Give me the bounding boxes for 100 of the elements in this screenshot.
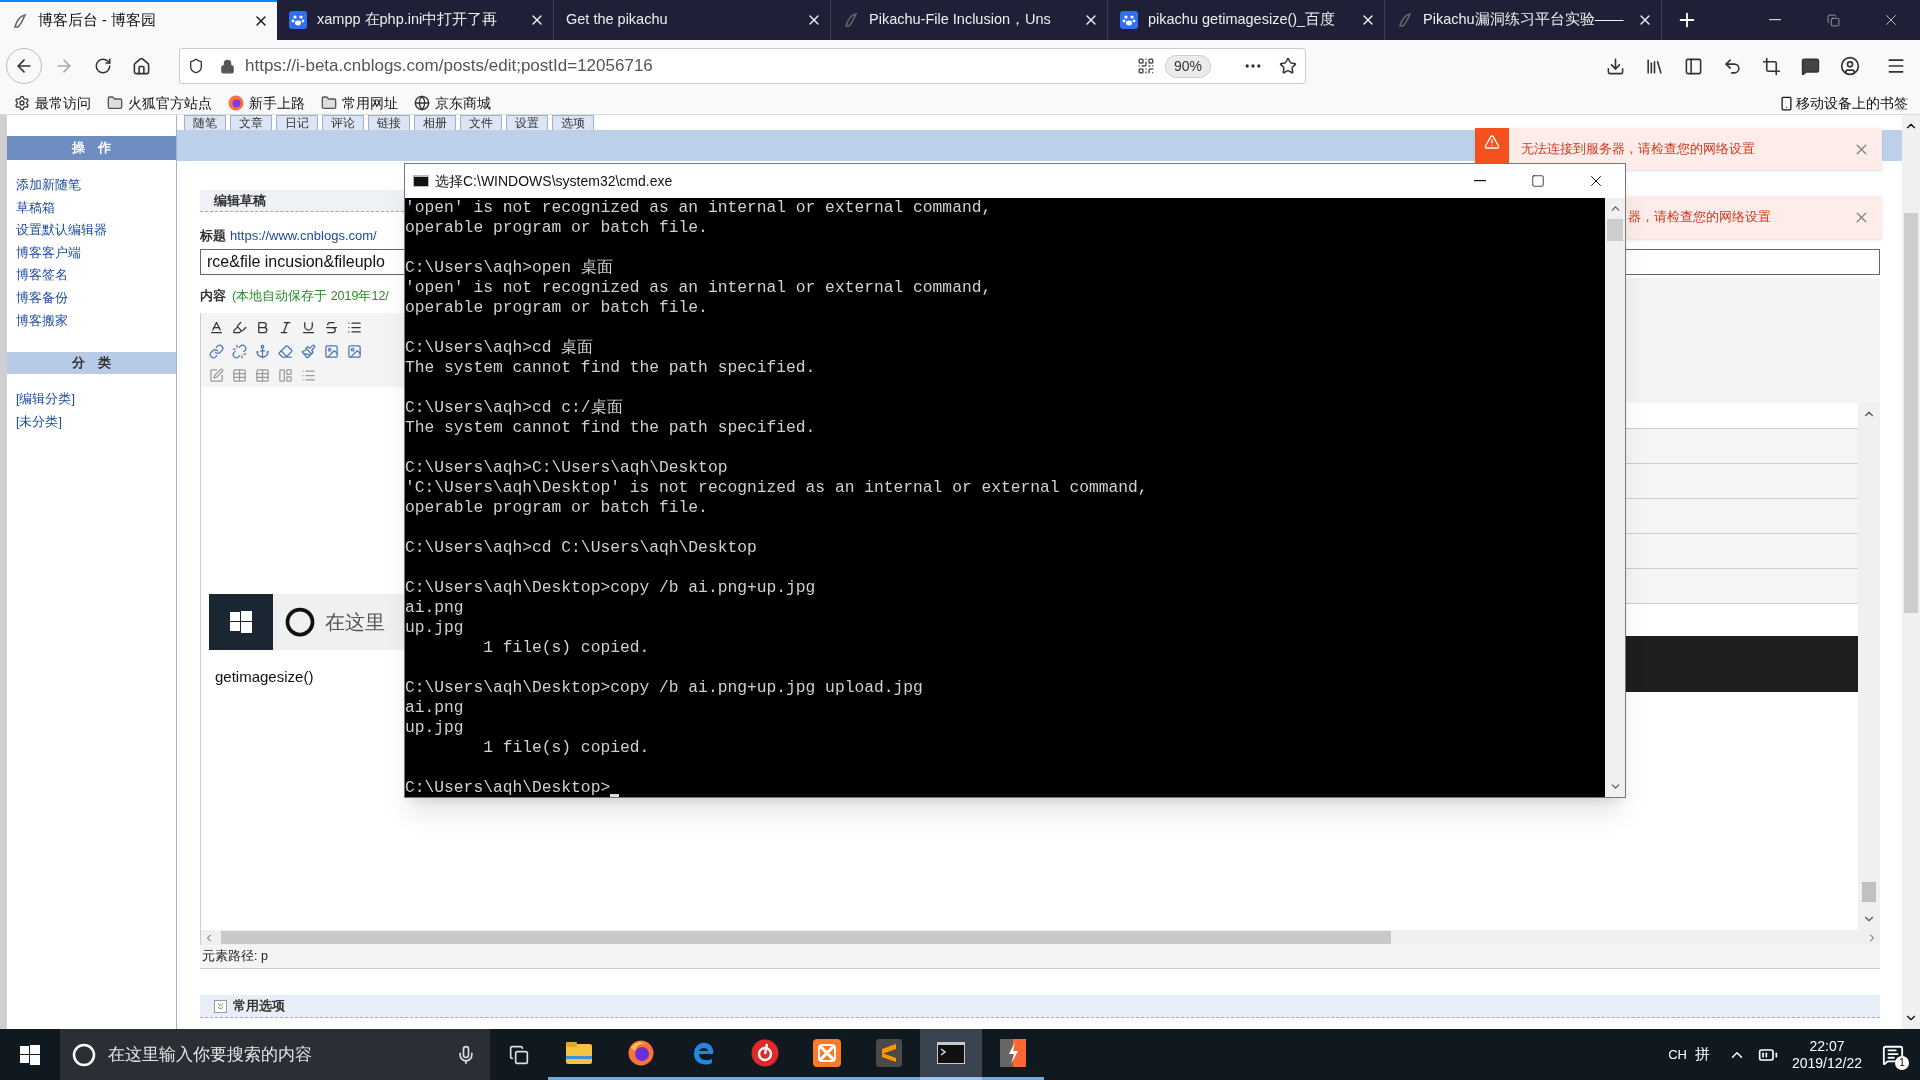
console-line: C:\Users\aqh>open 桌面 <box>405 258 613 278</box>
clock-time[interactable]: 22:07 <box>1809 1037 1845 1055</box>
bookmark-item[interactable]: 新手上路 <box>228 92 305 114</box>
table-icon[interactable] <box>232 367 247 383</box>
link-icon[interactable] <box>209 343 224 359</box>
crop-icon[interactable] <box>1762 56 1781 76</box>
nav-tab[interactable]: 设置 <box>506 115 548 130</box>
chat-icon[interactable] <box>1801 56 1820 76</box>
search-placeholder: 在这里输入你要搜索的内容 <box>108 1043 312 1066</box>
console-line: 'open' is not recognized as an internal or external command, <box>405 278 992 298</box>
sidebar-link[interactable]: [编辑分类] <box>16 388 75 411</box>
expand-icon[interactable] <box>214 999 227 1013</box>
zoom-level[interactable]: 90% <box>1164 54 1211 78</box>
reload-icon[interactable] <box>94 57 112 75</box>
paw-icon <box>289 11 307 29</box>
nav-tab[interactable]: 相册 <box>414 115 456 130</box>
account-icon[interactable] <box>1840 56 1860 76</box>
browser-tab[interactable]: 博客后台 - 博客园 <box>0 0 277 40</box>
nav-tab[interactable]: 随笔 <box>184 115 226 130</box>
lock-icon[interactable] <box>220 58 235 74</box>
nav-tab[interactable]: 文件 <box>460 115 502 130</box>
horizontal-scrollbar[interactable] <box>200 930 1880 945</box>
page-scrollbar[interactable] <box>1902 115 1920 1029</box>
nav-tab[interactable]: 文章 <box>230 115 272 130</box>
sidebar-link[interactable]: 添加新随笔 <box>16 174 81 197</box>
ime-indicator[interactable]: 拼 <box>1694 1043 1710 1066</box>
scrollbar-thumb[interactable] <box>1607 219 1623 241</box>
sidebar-link[interactable]: 设置默认编辑器 <box>16 219 107 242</box>
bookmark-item[interactable]: 常用网址 <box>321 92 398 114</box>
download-icon[interactable] <box>1606 56 1625 76</box>
field-label: 标题 <box>200 227 226 246</box>
nav-tab[interactable]: 评论 <box>322 115 364 130</box>
bookmark-item[interactable]: 火狐官方站点 <box>107 92 212 114</box>
scrollbar-thumb[interactable] <box>221 931 1391 944</box>
font-color-icon[interactable] <box>209 319 224 335</box>
library-icon[interactable] <box>1645 56 1664 76</box>
language-indicator[interactable]: CH <box>1668 1044 1687 1065</box>
image-icon[interactable] <box>324 343 339 359</box>
list-icon[interactable] <box>347 319 362 335</box>
gear-icon <box>14 95 30 111</box>
menu-icon[interactable] <box>1886 56 1906 76</box>
unlink-icon[interactable] <box>232 343 247 359</box>
title-input[interactable]: rce&file incusion&fileuplo <box>200 249 404 275</box>
bookmark-label: 常用网址 <box>342 93 398 113</box>
sidebar-link[interactable]: 博客备份 <box>16 286 68 310</box>
taskbar-app[interactable] <box>920 1029 982 1080</box>
vertical-scrollbar[interactable] <box>1858 403 1880 930</box>
sidebar-link[interactable]: 博客签名 <box>16 264 68 287</box>
address-bar[interactable]: https://i-beta.cnblogs.com/posts/edit;postId=12056716 90% <box>179 48 1306 84</box>
clock-date[interactable]: 2019/12/22 <box>1791 1054 1862 1072</box>
bird-icon <box>12 13 28 29</box>
bolt-icon <box>1000 1039 1026 1067</box>
undo-icon[interactable] <box>1723 56 1742 76</box>
minimize-icon <box>1474 180 1486 182</box>
scrollbar-thumb[interactable] <box>1904 213 1918 613</box>
home-icon[interactable] <box>132 56 151 76</box>
console-line: 1 file(s) copied. <box>482 738 650 758</box>
sidebar-link[interactable]: 博客搬家 <box>16 309 68 333</box>
nav-tab[interactable]: 链接 <box>368 115 410 130</box>
console-line: operable program or batch file. <box>405 298 708 318</box>
strikethrough-icon[interactable] <box>324 319 339 335</box>
vertical-scrollbar[interactable] <box>1605 198 1625 797</box>
bold-icon[interactable] <box>255 319 270 335</box>
bookmark-star-icon[interactable] <box>1279 57 1297 75</box>
nav-tab[interactable]: 日记 <box>276 115 318 130</box>
console-line: up.jpg <box>405 618 464 638</box>
folder-icon <box>107 95 123 111</box>
scrollbar-thumb[interactable] <box>1862 882 1876 902</box>
console-line: operable program or batch file. <box>405 498 708 518</box>
bookmark-label: 移动设备上的书签 <box>1796 93 1908 113</box>
autosave-note: (本地自动保存于 2019年12/ <box>232 287 389 305</box>
section-title[interactable]: 常用选项 <box>233 996 285 1016</box>
image-icon[interactable] <box>347 343 362 359</box>
nav-tab[interactable]: 选项 <box>552 115 594 130</box>
microphone-icon[interactable] <box>456 1044 476 1065</box>
sidebar-link[interactable]: [未分类] <box>16 410 62 434</box>
italic-icon[interactable] <box>278 319 293 335</box>
folder-icon <box>321 95 337 111</box>
task-view-icon <box>509 1044 529 1065</box>
table-icon[interactable] <box>255 367 270 383</box>
highlighter-icon[interactable] <box>232 319 247 335</box>
bookmark-item[interactable]: 最常访问 <box>14 92 91 114</box>
brush-icon[interactable] <box>301 343 316 359</box>
anchor-icon[interactable] <box>255 343 270 359</box>
sidebar-link[interactable]: 博客客户端 <box>16 241 81 265</box>
sidebar-link[interactable]: 草稿箱 <box>16 196 55 220</box>
bookmark-item[interactable]: 移动设备上的书签 <box>1779 92 1908 114</box>
folder-icon <box>566 1042 592 1064</box>
qr-code-icon[interactable] <box>1136 57 1155 75</box>
bookmark-item[interactable]: 京东商城 <box>414 92 491 114</box>
underline-icon[interactable] <box>301 319 316 335</box>
eraser-icon[interactable] <box>278 343 293 359</box>
shield-icon[interactable] <box>188 58 204 74</box>
element-path: 元素路径: p <box>202 948 268 966</box>
text-input[interactable] <box>1626 249 1880 275</box>
blog-link[interactable]: https://www.cnblogs.com/ <box>230 226 377 246</box>
sidebar-icon[interactable] <box>1684 56 1703 76</box>
firefox-icon <box>628 1040 654 1066</box>
notification-icon[interactable] <box>1882 1043 1904 1066</box>
taskbar-search[interactable]: 在这里输入你要搜索的内容 <box>60 1029 490 1080</box>
